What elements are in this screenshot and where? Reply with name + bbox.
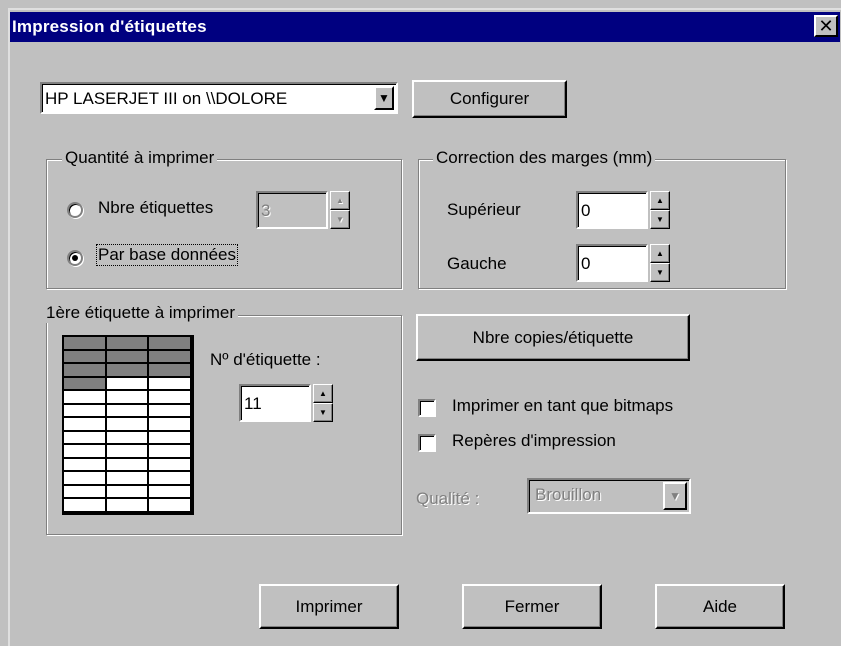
radio-count[interactable]: [67, 202, 83, 218]
label-cell[interactable]: [106, 364, 150, 378]
label-cell[interactable]: [149, 418, 192, 432]
print-button[interactable]: Imprimer: [259, 584, 399, 629]
spin-down-arrow-icon[interactable]: ▼: [650, 210, 670, 229]
dropdown-arrow-icon: ▼: [378, 91, 390, 105]
label-cell[interactable]: [106, 391, 150, 405]
bitmaps-checkbox-label[interactable]: Imprimer en tant que bitmaps: [452, 396, 673, 416]
first-label-group-label: 1ère étiquette à imprimer: [46, 303, 238, 323]
label-cell[interactable]: [106, 472, 150, 486]
window-title: Impression d'étiquettes: [12, 17, 207, 36]
label-cell[interactable]: [64, 350, 107, 365]
left-margin-input[interactable]: 0: [576, 244, 648, 282]
title-bar: Impression d'étiquettes ✕: [10, 12, 840, 42]
margins-group-label: Correction des marges (mm): [433, 148, 656, 168]
copies-per-label-button-label: Nbre copies/étiquette: [472, 327, 634, 347]
close-window-button[interactable]: ✕: [814, 15, 838, 37]
label-number-value: 11: [244, 394, 262, 413]
label-cell[interactable]: [149, 391, 192, 405]
label-cell[interactable]: [64, 391, 107, 405]
label-cell[interactable]: [64, 445, 107, 459]
label-cell[interactable]: [64, 485, 107, 500]
label-cell[interactable]: [64, 431, 107, 446]
radio-database[interactable]: [67, 250, 83, 266]
top-margin-value: 0: [581, 201, 591, 220]
label-cell[interactable]: [64, 472, 107, 486]
label-cell[interactable]: [149, 404, 192, 419]
help-button[interactable]: Aide: [655, 584, 785, 629]
label-cell[interactable]: [106, 499, 150, 513]
label-cell[interactable]: [149, 445, 192, 459]
quality-label: Qualité :: [416, 489, 480, 508]
label-cell[interactable]: [106, 485, 150, 500]
label-cell[interactable]: [149, 337, 192, 351]
label-cell[interactable]: [149, 377, 192, 392]
radio-count-label[interactable]: Nbre étiquettes: [98, 198, 213, 218]
close-button[interactable]: Fermer: [462, 584, 602, 629]
label-cell[interactable]: [149, 364, 192, 378]
spin-down-arrow-icon[interactable]: ▼: [330, 210, 350, 229]
label-cell[interactable]: [149, 350, 192, 365]
configure-button-label: Configurer: [449, 89, 530, 108]
label-cell[interactable]: [149, 458, 192, 473]
label-cell[interactable]: [64, 377, 107, 392]
quality-dropdown-button[interactable]: ▼: [663, 482, 687, 510]
print-marks-checkbox[interactable]: [418, 434, 436, 452]
label-cell[interactable]: [64, 364, 107, 378]
radio-database-label[interactable]: Par base données: [96, 244, 238, 266]
printer-select-value: HP LASERJET III on \\DOLORE: [45, 89, 288, 108]
label-cell[interactable]: [106, 350, 150, 365]
label-cell[interactable]: [106, 404, 150, 419]
dropdown-arrow-icon: ▼: [669, 489, 681, 503]
label-number-label: Nº d'étiquette :: [210, 350, 321, 369]
label-cell[interactable]: [64, 458, 107, 473]
count-input-value: 3: [261, 201, 271, 220]
label-number-input[interactable]: 11: [239, 384, 311, 422]
printer-select[interactable]: HP LASERJET III on \\DOLORE ▼: [40, 82, 398, 114]
spin-up-arrow-icon[interactable]: ▲: [313, 384, 333, 403]
label-cell[interactable]: [106, 431, 150, 446]
help-button-label: Aide: [702, 596, 738, 616]
label-cell[interactable]: [149, 485, 192, 500]
bitmaps-checkbox[interactable]: [418, 399, 436, 417]
label-sheet-preview[interactable]: [62, 335, 194, 515]
close-icon: ✕: [818, 16, 834, 36]
print-button-label: Imprimer: [295, 596, 363, 616]
count-input[interactable]: 3: [256, 191, 328, 229]
top-margin-input[interactable]: 0: [576, 191, 648, 229]
label-cell[interactable]: [149, 472, 192, 486]
label-cell[interactable]: [64, 499, 107, 513]
spin-down-arrow-icon[interactable]: ▼: [313, 403, 333, 422]
left-margin-value: 0: [581, 254, 591, 273]
quality-select[interactable]: Brouillon ▼: [527, 478, 691, 514]
label-cell[interactable]: [64, 418, 107, 432]
close-button-label: Fermer: [504, 596, 560, 616]
spin-up-arrow-icon[interactable]: ▲: [650, 244, 670, 263]
print-marks-checkbox-label[interactable]: Repères d'impression: [452, 431, 616, 451]
label-cell[interactable]: [64, 404, 107, 419]
configure-button[interactable]: Configurer: [412, 80, 567, 118]
label-cell[interactable]: [149, 431, 192, 446]
left-margin-label: Gauche: [447, 254, 507, 273]
spin-up-arrow-icon[interactable]: ▲: [650, 191, 670, 210]
label-cell[interactable]: [106, 458, 150, 473]
quality-select-value: Brouillon: [535, 485, 602, 504]
spin-down-arrow-icon[interactable]: ▼: [650, 263, 670, 282]
label-cell[interactable]: [106, 377, 150, 392]
printer-dropdown-button[interactable]: ▼: [374, 86, 394, 110]
label-cell[interactable]: [64, 337, 107, 351]
label-cell[interactable]: [106, 337, 150, 351]
spin-up-arrow-icon[interactable]: ▲: [330, 191, 350, 210]
label-cell[interactable]: [149, 499, 192, 513]
label-cell[interactable]: [106, 445, 150, 459]
copies-per-label-button[interactable]: Nbre copies/étiquette: [416, 314, 690, 361]
top-margin-label: Supérieur: [447, 200, 521, 219]
quantity-group-label: Quantité à imprimer: [62, 148, 218, 168]
label-cell[interactable]: [106, 418, 150, 432]
